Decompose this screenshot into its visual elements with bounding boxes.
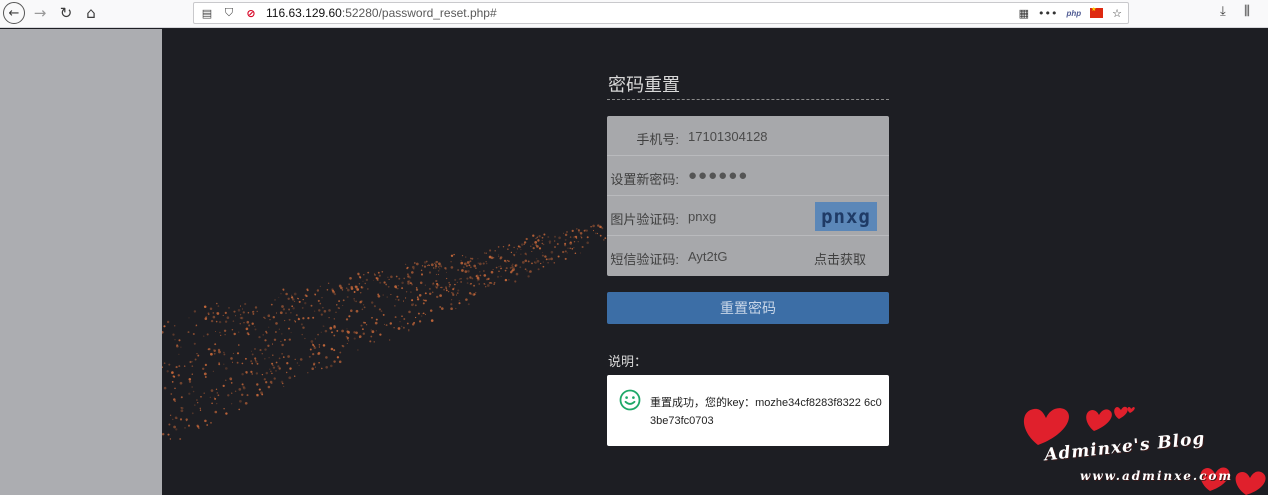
row-sms-code: 短信验证码: Ayt2tG 点击获取 <box>607 236 889 276</box>
bookmark-star-icon[interactable]: ☆ <box>1112 7 1122 20</box>
address-bar[interactable]: ▤ ⛉ ⊘ 116.63.129.60:52280/password_reset… <box>193 2 1129 24</box>
new-password-input[interactable]: ●●●●●● <box>688 167 748 184</box>
sms-code-label: 短信验证码: <box>610 252 679 267</box>
new-password-label: 设置新密码: <box>610 172 679 187</box>
home-icon[interactable]: ⌂ <box>82 3 100 23</box>
smile-icon <box>619 389 641 411</box>
url-host: 116.63.129.60 <box>266 6 342 20</box>
page-info-icon[interactable]: ▤ <box>198 4 216 22</box>
row-phone: 手机号: 17101304128 <box>607 116 889 156</box>
row-new-password: 设置新密码: ●●●●●● <box>607 156 889 196</box>
captcha-image[interactable]: pnxg <box>815 202 877 231</box>
row-image-captcha: 图片验证码: pnxg pnxg <box>607 196 889 236</box>
flag-icon[interactable] <box>1090 6 1104 18</box>
php-extension-icon[interactable]: php <box>1066 9 1081 18</box>
library-icon[interactable]: ⫼ <box>1244 4 1250 19</box>
reload-icon[interactable]: ↻ <box>57 3 75 23</box>
insecure-lock-icon[interactable]: ⊘ <box>242 4 260 22</box>
watermark-url: www.adminxe.com <box>1080 469 1234 483</box>
title-divider <box>607 99 889 100</box>
blog-watermark: Adminxe's Blog www.adminxe.com <box>1016 403 1268 495</box>
reset-password-button[interactable]: 重置密码 <box>607 292 889 324</box>
phone-label: 手机号: <box>636 132 679 147</box>
result-message: 重置成功，您的key：mozhe34cf8283f8322 6c03be73fc… <box>650 397 882 427</box>
page-left-margin <box>0 29 162 495</box>
download-icon[interactable]: ⤓ <box>1220 4 1226 19</box>
image-captcha-label: 图片验证码: <box>610 212 679 227</box>
qr-code-icon[interactable]: ▦ <box>1019 7 1029 20</box>
back-icon[interactable]: ← <box>3 2 25 24</box>
reset-form: 手机号: 17101304128 设置新密码: ●●●●●● 图片验证码: pn… <box>607 116 889 276</box>
note-label: 说明： <box>608 354 648 369</box>
shield-icon[interactable]: ⛉ <box>220 4 238 22</box>
url-text[interactable]: 116.63.129.60:52280/password_reset.php# <box>266 6 497 20</box>
more-actions-icon[interactable]: ••• <box>1038 7 1057 20</box>
sms-code-input[interactable]: Ayt2tG <box>688 249 728 264</box>
get-sms-code-button[interactable]: 点击获取 <box>814 249 866 268</box>
browser-toolbar: ← → ↻ ⌂ ▤ ⛉ ⊘ 116.63.129.60:52280/passwo… <box>0 0 1268 28</box>
url-path: :52280/password_reset.php# <box>341 6 497 20</box>
page-title: 密码重置 <box>608 75 680 95</box>
image-captcha-input[interactable]: pnxg <box>688 209 716 224</box>
forward-icon[interactable]: → <box>31 3 49 23</box>
result-message-box: 重置成功，您的key：mozhe34cf8283f8322 6c03be73fc… <box>607 375 889 446</box>
phone-input[interactable]: 17101304128 <box>688 129 768 144</box>
